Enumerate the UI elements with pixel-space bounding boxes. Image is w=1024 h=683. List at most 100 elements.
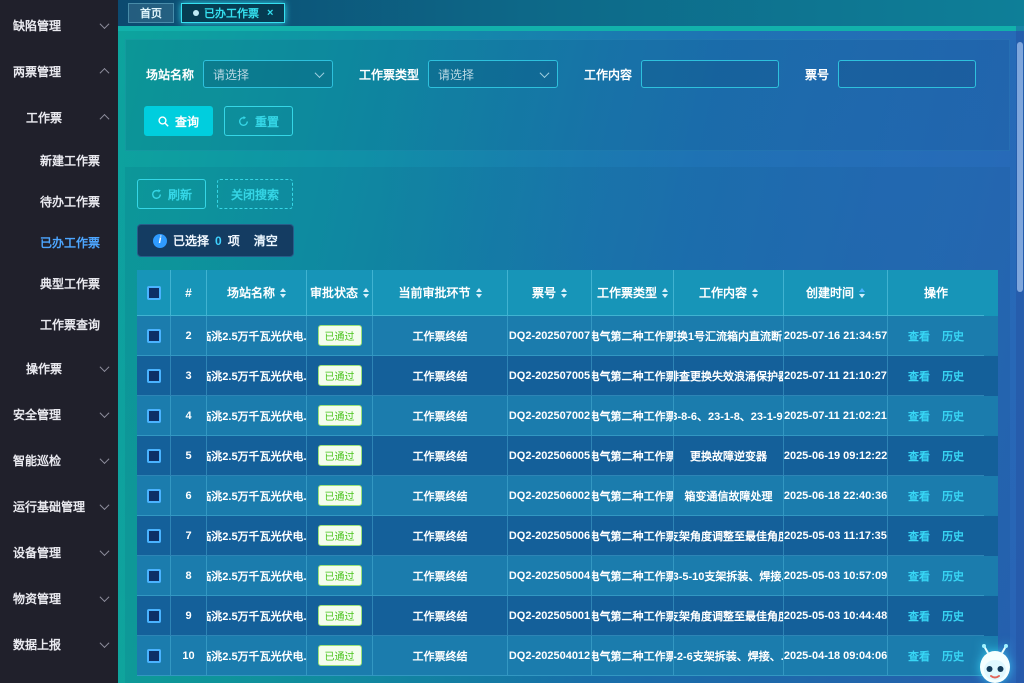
view-link[interactable]: 查看 [908,448,930,464]
ticket-number-label: 票号 [805,66,829,83]
query-button-label: 查询 [175,113,199,130]
tab-done-work-tickets[interactable]: 已办工作票 × [181,3,285,23]
sidebar-item[interactable]: 安全管理 [0,391,118,437]
sidebar-item[interactable]: 工作票查询 [0,304,118,345]
sidebar-item[interactable]: 缺陷管理 [0,2,118,48]
sort-icon[interactable] [280,288,286,298]
created-time-cell: 2025-07-16 21:34:57 [784,316,888,356]
station-name-select[interactable]: 请选择 [203,60,333,88]
sidebar-item[interactable]: 工作票 [0,94,118,140]
row-checkbox-cell [137,556,171,596]
sidebar-item-label: 工作票 [26,109,101,126]
tab-home[interactable]: 首页 [128,3,174,23]
sort-icon[interactable] [363,288,369,298]
history-link[interactable]: 历史 [942,408,964,424]
row-checkbox[interactable] [147,369,161,383]
refresh-button-label: 刷新 [168,186,192,203]
ticket-number-cell: DQ2-202506002 [508,476,592,516]
sort-icon[interactable] [662,288,668,298]
row-index-cell: 4 [171,396,207,436]
vertical-scrollbar[interactable] [1016,26,1024,683]
station-name-cell: 临洮2.5万千瓦光伏电... [207,476,307,516]
sidebar-item[interactable]: 典型工作票 [0,263,118,304]
view-link[interactable]: 查看 [908,568,930,584]
created-time-cell: 2025-05-03 11:17:35 [784,516,888,556]
chevron-icon [100,546,110,556]
header-station-name[interactable]: 场站名称 [207,270,307,316]
table-panel: 刷新 关闭搜索 i 已选择 0 项 清空 [125,167,1010,683]
approval-status-cell: 已通过 [307,516,373,556]
ticket-number-input[interactable] [838,60,976,88]
sidebar-item-label: 智能巡检 [13,452,101,469]
view-link[interactable]: 查看 [908,608,930,624]
view-link[interactable]: 查看 [908,368,930,384]
sidebar-item[interactable]: 运行基础管理 [0,483,118,529]
header-ticket-type[interactable]: 工作票类型 [592,270,674,316]
view-link[interactable]: 查看 [908,408,930,424]
view-link[interactable]: 查看 [908,648,930,664]
work-content-cell: 排查更换失效浪涌保护器 [674,356,784,396]
clear-selection-link[interactable]: 清空 [254,232,278,249]
tab-close-icon[interactable]: × [267,8,273,19]
header-work-content[interactable]: 工作内容 [674,270,784,316]
sidebar-item[interactable]: 待办工作票 [0,181,118,222]
sort-icon[interactable] [561,288,567,298]
sidebar-item[interactable]: 物资管理 [0,575,118,621]
sort-icon[interactable] [752,288,758,298]
history-link[interactable]: 历史 [942,568,964,584]
row-checkbox[interactable] [147,409,161,423]
sidebar-item[interactable]: 新建工作票 [0,140,118,181]
header-approval-status[interactable]: 审批状态 [307,270,373,316]
view-link[interactable]: 查看 [908,488,930,504]
sort-icon[interactable] [476,288,482,298]
row-checkbox[interactable] [147,609,161,623]
sidebar-item[interactable]: 操作票 [0,345,118,391]
row-checkbox[interactable] [147,529,161,543]
ticket-type-cell: 电气第二种工作票 [592,436,674,476]
row-checkbox[interactable] [147,649,161,663]
history-link[interactable]: 历史 [942,448,964,464]
sidebar-item[interactable]: 智能巡检 [0,437,118,483]
view-link[interactable]: 查看 [908,528,930,544]
query-button[interactable]: 查询 [144,106,213,136]
header-ticket-number[interactable]: 票号 [508,270,592,316]
history-link[interactable]: 历史 [942,528,964,544]
history-link[interactable]: 历史 [942,608,964,624]
history-link[interactable]: 历史 [942,648,964,664]
header-index: # [171,270,207,316]
created-time-cell: 2025-07-11 21:10:27 [784,356,888,396]
header-created-time[interactable]: 创建时间 [784,270,888,316]
created-time-cell: 2025-04-18 09:04:06 [784,636,888,676]
select-all-checkbox[interactable] [147,286,161,300]
header-approval-step[interactable]: 当前审批环节 [373,270,508,316]
sidebar-item-label: 缺陷管理 [13,17,101,34]
history-link[interactable]: 历史 [942,368,964,384]
chevron-down-icon [540,68,550,78]
view-link[interactable]: 查看 [908,328,930,344]
sidebar-item[interactable]: 已办工作票 [0,222,118,263]
close-search-button[interactable]: 关闭搜索 [217,179,293,209]
work-content-input[interactable] [641,60,779,88]
history-link[interactable]: 历史 [942,488,964,504]
reset-button[interactable]: 重置 [224,106,293,136]
work-content-cell: 23-8-6、23-1-8、23-1-9... [674,396,784,436]
actions-cell: 查看 历史 [888,596,984,636]
selection-count: 0 [215,234,222,248]
row-checkbox[interactable] [147,329,161,343]
row-checkbox[interactable] [147,449,161,463]
actions-cell: 查看 历史 [888,396,984,436]
station-group: 场站名称 请选择 [146,60,333,88]
vertical-scrollbar-thumb[interactable] [1017,42,1023,292]
history-link[interactable]: 历史 [942,328,964,344]
refresh-button[interactable]: 刷新 [137,179,206,209]
sort-icon-active[interactable] [859,288,865,298]
sidebar-item[interactable]: 两票管理 [0,48,118,94]
sidebar-item[interactable]: 数据上报 [0,621,118,667]
ticket-type-select[interactable]: 请选择 [428,60,558,88]
sidebar-item[interactable]: 设备管理 [0,529,118,575]
work-content-cell: 支架角度调整至最佳角度 [674,516,784,556]
work-content-cell: 4-2-6支架拆装、焊接、... [674,636,784,676]
robot-mascot-icon[interactable] [974,643,1016,683]
row-checkbox[interactable] [147,569,161,583]
row-checkbox[interactable] [147,489,161,503]
